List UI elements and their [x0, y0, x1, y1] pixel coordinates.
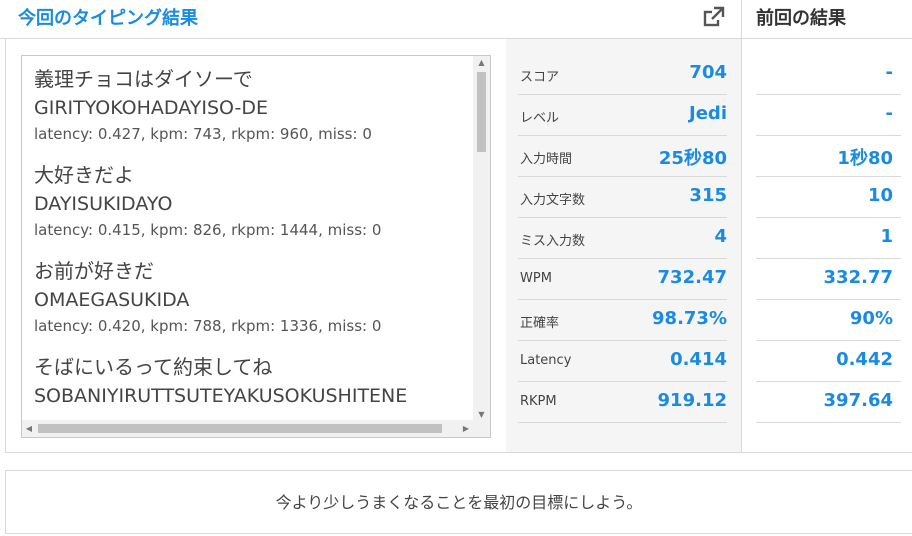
entry-stats: latency: 0.427, kpm: 743, rkpm: 960, mis… — [34, 125, 372, 143]
entry-japanese: 義理チョコはダイソーで — [34, 67, 253, 91]
prev-stat-row-miss: 1 — [756, 218, 901, 259]
prev-stat-row-wpm: 332.77 — [756, 259, 901, 300]
entry-stats: latency: 0.420, kpm: 788, rkpm: 1336, mi… — [34, 317, 382, 335]
stat-value: 98.73% — [652, 308, 727, 329]
list-item: お前が好きだ OMAEGASUKIDA latency: 0.420, kpm:… — [34, 256, 474, 338]
prev-stat-value: - — [885, 62, 893, 83]
prev-stat-value: 1秒80 — [837, 148, 893, 169]
stat-label: RKPM — [520, 394, 557, 409]
stat-label: ミス入力数 — [520, 234, 586, 249]
stat-row-miss: ミス入力数 4 — [518, 218, 727, 259]
stat-row-accuracy: 正確率 98.73% — [518, 300, 727, 341]
stat-value: 919.12 — [657, 390, 727, 411]
current-result-title: 今回のタイピング結果 — [18, 8, 198, 29]
stat-row-wpm: WPM 732.47 — [518, 259, 727, 300]
stat-value: 0.414 — [670, 349, 727, 370]
prev-stat-value: 90% — [849, 308, 893, 329]
vertical-scroll-thumb[interactable] — [477, 72, 486, 152]
typed-text-content: 義理チョコはダイソーで GIRITYOKOHADAYISO-DE latency… — [34, 64, 474, 424]
stat-row-latency: Latency 0.414 — [518, 341, 727, 382]
entry-romaji: SOBANIYIRUTTSUTEYAKUSOKUSHITENE — [34, 385, 408, 407]
stat-label: 正確率 — [520, 316, 560, 331]
stat-row-rkpm: RKPM 919.12 — [518, 382, 727, 423]
entry-japanese: 大好きだよ — [34, 163, 134, 187]
scroll-right-arrow-icon[interactable]: ▶ — [459, 420, 473, 437]
entry-romaji: GIRITYOKOHADAYISO-DE — [34, 97, 268, 119]
scroll-up-arrow-icon[interactable]: ▲ — [473, 56, 490, 70]
typed-text-list[interactable]: 義理チョコはダイソーで GIRITYOKOHADAYISO-DE latency… — [21, 55, 491, 438]
list-item: 義理チョコはダイソーで GIRITYOKOHADAYISO-DE latency… — [34, 64, 474, 146]
stat-row-score: スコア 704 — [518, 54, 727, 95]
advice-message: 今より少しうまくなることを最初の目標にしよう。 — [275, 493, 643, 512]
list-item: そばにいるって約束してね SOBANIYIRUTTSUTEYAKUSOKUSHI… — [34, 352, 474, 410]
horizontal-scroll-thumb[interactable] — [38, 424, 442, 433]
stat-label: スコア — [520, 70, 560, 85]
stat-label: WPM — [520, 271, 552, 286]
prev-stat-row-latency: 0.442 — [756, 341, 901, 382]
stat-value: 4 — [714, 226, 727, 247]
previous-result-header: 前回の結果 — [741, 0, 912, 39]
prev-stat-row-score: - — [756, 54, 901, 95]
stat-label: 入力時間 — [520, 152, 573, 167]
prev-stat-row-accuracy: 90% — [756, 300, 901, 341]
entry-romaji: OMAEGASUKIDA — [34, 289, 190, 311]
stat-row-time: 入力時間 25秒80 — [518, 136, 727, 177]
prev-stat-value: - — [885, 103, 893, 124]
list-item: 大好きだよ DAYISUKIDAYO latency: 0.415, kpm: … — [34, 160, 474, 242]
stat-row-level: レベル Jedi — [518, 95, 727, 136]
stat-value: 704 — [689, 62, 727, 83]
prev-stat-row-rkpm: 397.64 — [756, 382, 901, 423]
prev-stat-value: 0.442 — [836, 349, 893, 370]
stat-value: 732.47 — [657, 267, 727, 288]
external-link-icon[interactable] — [703, 6, 725, 28]
stat-value: Jedi — [689, 103, 727, 124]
prev-stat-value: 332.77 — [823, 267, 893, 288]
current-result-header: 今回のタイピング結果 — [0, 0, 741, 39]
entry-romaji: DAYISUKIDAYO — [34, 193, 173, 215]
stat-label: レベル — [520, 111, 560, 126]
entry-japanese: そばにいるって約束してね — [34, 355, 273, 379]
entry-stats: latency: 0.415, kpm: 826, rkpm: 1444, mi… — [34, 221, 382, 239]
prev-stat-value: 397.64 — [823, 390, 893, 411]
prev-stat-row-time: 1秒80 — [756, 136, 901, 177]
stat-value: 25秒80 — [658, 148, 727, 169]
entry-japanese: お前が好きだ — [34, 259, 154, 283]
prev-stat-row-level: - — [756, 95, 901, 136]
prev-stat-value: 10 — [867, 185, 893, 206]
stat-row-chars: 入力文字数 315 — [518, 177, 727, 218]
advice-message-box: 今より少しうまくなることを最初の目標にしよう。 — [5, 470, 912, 534]
stat-label: Latency — [520, 353, 572, 368]
horizontal-scrollbar[interactable]: ◀ ▶ — [22, 420, 490, 437]
stat-label: 入力文字数 — [520, 193, 586, 208]
scroll-left-arrow-icon[interactable]: ◀ — [22, 420, 36, 437]
vertical-scrollbar[interactable]: ▲ ▼ — [473, 56, 490, 422]
previous-result-title: 前回の結果 — [756, 8, 846, 29]
prev-stat-row-chars: 10 — [756, 177, 901, 218]
prev-stat-value: 1 — [880, 226, 893, 247]
stat-value: 315 — [689, 185, 727, 206]
